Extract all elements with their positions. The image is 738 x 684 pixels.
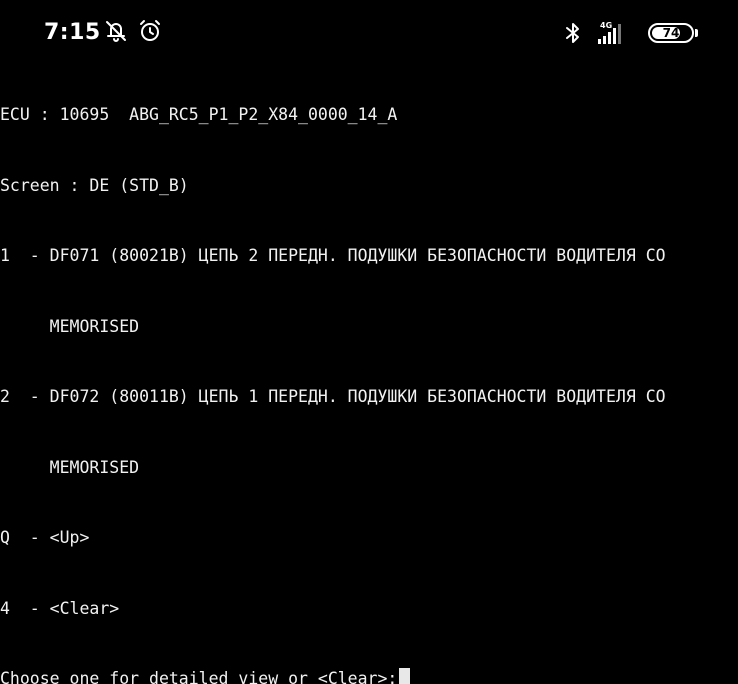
battery-icon: 74 <box>648 23 694 43</box>
battery-level: 74 <box>662 26 680 40</box>
menu-option-1[interactable]: 1 - DF071 (80021B) ЦЕПЬ 2 ПЕРЕДН. ПОДУШК… <box>0 244 738 268</box>
clock-time: 7:15 <box>44 20 101 45</box>
signal-4g-icon: 4G <box>598 21 621 44</box>
terminal-line-screen: Screen : DE (STD_B) <box>0 175 189 195</box>
prompt-line[interactable]: Choose one for detailed view or <Clear>: <box>0 667 738 684</box>
prompt-text: Choose one for detailed view or <Clear>: <box>0 669 398 684</box>
status-bar: 7:15 4G 74 <box>0 0 738 52</box>
menu-option-up[interactable]: Q - <Up> <box>0 526 738 550</box>
terminal-output[interactable]: ECU : 10695 ABG_RC5_P1_P2_X84_0000_14_A … <box>0 56 738 684</box>
menu-option-2[interactable]: 2 - DF072 (80011B) ЦЕПЬ 1 ПЕРЕДН. ПОДУШК… <box>0 385 738 409</box>
bluetooth-icon <box>566 23 579 43</box>
bell-off-icon <box>106 21 126 42</box>
network-type-label: 4G <box>600 21 612 30</box>
alarm-clock-icon <box>140 20 160 41</box>
text-cursor <box>399 668 411 684</box>
menu-option-1-status: MEMORISED <box>0 316 140 336</box>
menu-option-2-status: MEMORISED <box>0 457 140 477</box>
battery-cap <box>695 29 698 37</box>
menu-option-clear[interactable]: 4 - <Clear> <box>0 597 738 621</box>
terminal-line-ecu: ECU : 10695 ABG_RC5_P1_P2_X84_0000_14_A <box>0 105 398 124</box>
